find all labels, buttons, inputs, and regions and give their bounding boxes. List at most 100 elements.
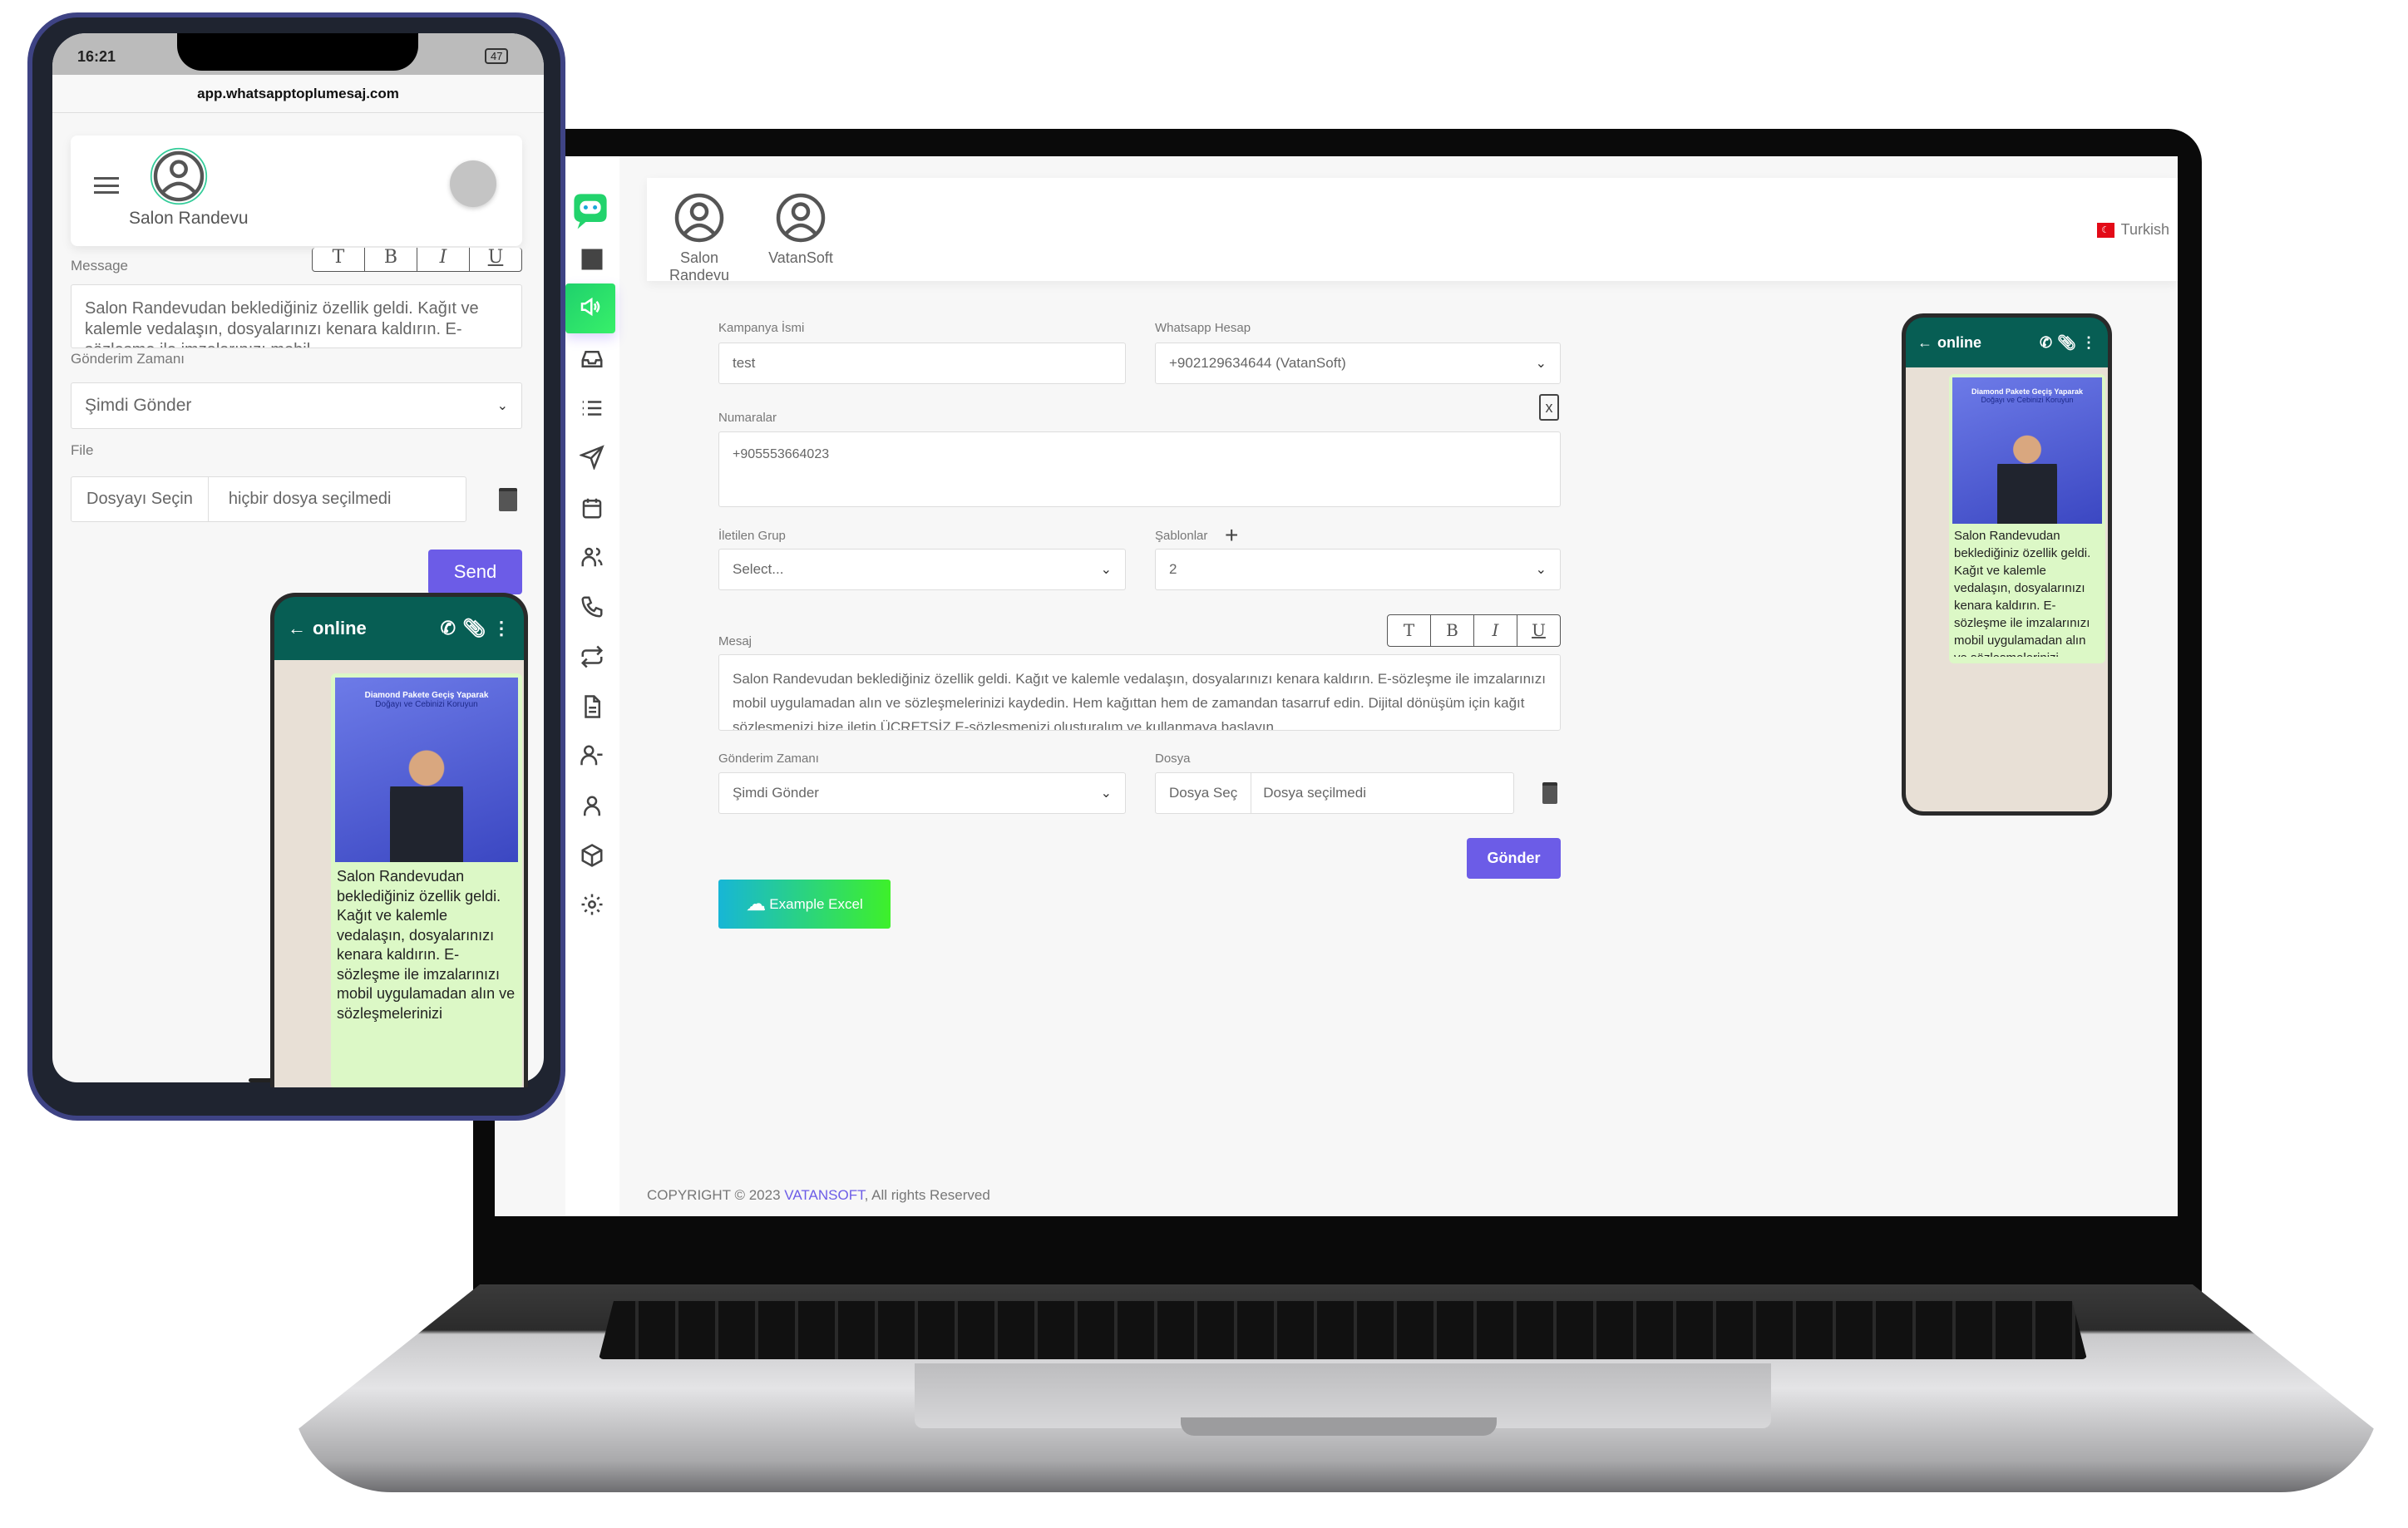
hamburger-menu-icon[interactable] [94,177,119,194]
phone-notch [177,33,418,71]
schedule-label: Gönderim Zamanı [718,752,819,766]
choose-file-button[interactable]: Dosya Seç [1156,773,1252,813]
call-icon[interactable]: ✆ [441,618,456,639]
italic-button[interactable]: I [1474,615,1517,646]
message-label: Mesaj [718,634,752,648]
file-input[interactable]: Dosyayı Seçin hiçbir dosya seçilmedi [71,476,466,522]
text-format-button[interactable]: T [1388,615,1431,646]
users-icon[interactable] [574,539,610,575]
chat-header: ← online ✆ 📎︎ ⋮ [274,597,524,660]
trash-icon[interactable] [1542,782,1557,804]
logo-bot-icon[interactable] [565,185,615,235]
profile-name: Salon Randevu [669,249,730,283]
settings-icon[interactable] [574,886,610,923]
laptop-lip [1181,1417,1497,1436]
attach-icon[interactable]: 📎︎ [462,618,486,639]
more-icon[interactable]: ⋮ [2081,334,2096,352]
avatar-icon [674,193,724,243]
profile-vatansoft[interactable]: VatanSoft [755,193,846,267]
whatsapp-account-label: Whatsapp Hesap [1155,321,1251,335]
avatar-icon[interactable] [150,147,208,205]
megaphone-icon [578,294,603,323]
templates-select[interactable]: 2 ⌄ [1155,549,1561,590]
url-bar[interactable]: app.whatsapptoplumesaj.com [52,75,544,113]
selected-value: Select... [733,561,784,577]
italic-button[interactable]: I [417,248,470,271]
campaign-name-input[interactable]: test [718,343,1126,384]
chevron-down-icon: ⌄ [1535,563,1547,577]
list-icon[interactable] [574,390,610,426]
promo-image: Diamond Pakete Geçiş Yaparak Doğayı ve C… [1952,377,2102,524]
sidebar-item-campaign[interactable] [565,283,615,333]
choose-file-button[interactable]: Dosyayı Seçin [72,477,209,521]
back-arrow-icon[interactable]: ← [288,618,306,639]
send-button[interactable]: Gönder [1467,838,1561,879]
profile-salon-randevu[interactable]: Salon Randevu [654,193,745,284]
example-excel-button[interactable]: ☁ Example Excel [718,880,891,929]
whatsapp-account-select[interactable]: +902129634644 (VatanSoft) ⌄ [1155,343,1561,384]
repeat-icon[interactable] [574,638,610,675]
calendar-icon[interactable] [574,490,610,526]
underline-button[interactable]: U [470,248,521,271]
message-bubble: Diamond Pakete Geçiş Yaparak Doğayı ve C… [331,673,522,1087]
dashboard-icon[interactable] [574,241,610,278]
vatansoft-link[interactable]: VATANSOFT [784,1187,864,1203]
more-icon[interactable]: ⋮ [492,618,511,639]
schedule-select[interactable]: Şimdi Gönder ⌄ [718,772,1126,814]
attach-icon[interactable]: 📎︎ [2057,334,2076,352]
mobile-whatsapp-preview: ← online ✆ 📎︎ ⋮ Diamond Pakete Geçiş Yapara… [270,593,528,1087]
selected-value: 2 [1169,561,1177,577]
file-label: Dosya [1155,752,1191,766]
chat-body: Diamond Pakete Geçiş Yaparak Doğayı ve C… [1906,367,2108,811]
message-textarea[interactable]: Salon Randevudan beklediğiniz özellik ge… [71,284,522,348]
add-template-icon[interactable]: + [1225,522,1238,549]
file-input[interactable]: Dosya Seç Dosya seçilmedi [1155,772,1514,814]
format-toolbar: T B I U [312,248,522,272]
promo-subtitle: Doğayı ve Cebinizi Koruyun [1981,396,2074,404]
chevron-down-icon: ⌄ [1535,357,1547,371]
text-format-button[interactable]: T [313,248,365,271]
bold-button[interactable]: B [365,248,417,271]
web-app: Salon Randevu VatanSoft ☾ Turkish Kampan… [495,156,2178,1216]
battery-icon: 47 [485,48,509,64]
avatar-icon [776,193,826,243]
user-avatar[interactable] [450,160,496,207]
schedule-select[interactable]: Şimdi Gönder ⌄ [71,382,522,429]
example-excel-label: Example Excel [769,895,863,912]
numbers-textarea[interactable]: +905553664023 [718,431,1561,507]
phone-icon[interactable] [574,589,610,625]
group-select[interactable]: Select... ⌄ [718,549,1126,590]
cloud-download-icon: ☁ [746,893,767,915]
call-icon[interactable]: ✆ [2040,334,2052,352]
language-selector[interactable]: ☾ Turkish [2096,221,2169,239]
chat-status: online [313,618,367,638]
back-arrow-icon[interactable]: ← [1917,334,1932,352]
profile-name: Salon Randevu [129,209,249,228]
user-minus-icon[interactable] [574,737,610,774]
excel-file-icon[interactable]: x [1539,394,1559,421]
box-icon[interactable] [574,837,610,874]
user-icon[interactable] [574,788,610,825]
message-text: Salon Randevudan beklediğiniz özellik ge… [1954,529,2091,657]
inbox-icon[interactable] [574,341,610,377]
numbers-label: Numaralar [718,411,777,425]
message-bubble: Diamond Pakete Geçiş Yaparak Doğayı ve C… [1949,374,2105,663]
copyright-footer: COPYRIGHT © 2023 VATANSOFT, All rights R… [647,1187,990,1204]
chat-header: ← online ✆ 📎︎ ⋮ [1906,318,2108,367]
underline-button[interactable]: U [1517,615,1560,646]
file-status: Dosya seçilmedi [1263,785,1366,801]
send-icon[interactable] [574,439,610,476]
message-text: Salon Randevudan beklediğiniz özellik ge… [337,868,516,1022]
bold-button[interactable]: B [1431,615,1474,646]
copyright-suffix: , All rights Reserved [864,1187,990,1203]
turkey-flag-icon: ☾ [2096,222,2114,238]
header-bar: Salon Randevu VatanSoft ☾ Turkish [647,178,2178,284]
file-icon[interactable] [574,688,610,725]
send-button[interactable]: Send [428,550,522,594]
message-textarea[interactable]: Salon Randevudan beklediğiniz özellik ge… [718,654,1561,731]
trash-icon[interactable] [499,488,517,511]
profile-name: VatanSoft [768,249,833,266]
laptop-keyboard [599,1301,2087,1359]
selected-value: +902129634644 (VatanSoft) [1169,355,1346,371]
copyright-text: COPYRIGHT © 2023 [647,1187,785,1203]
